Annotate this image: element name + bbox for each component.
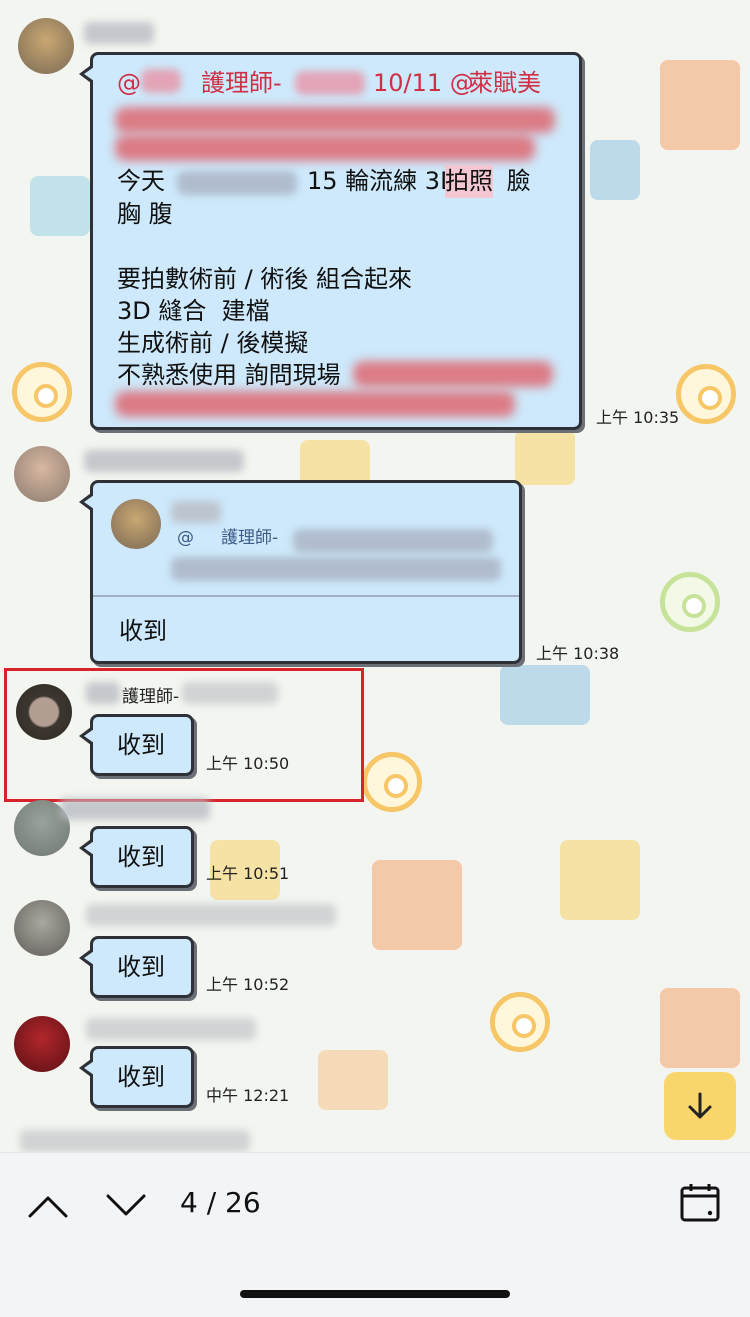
avatar[interactable]	[14, 446, 70, 502]
quoted-text-redacted	[171, 557, 501, 581]
reply-bubble[interactable]: @ 護理師- 收到	[79, 480, 522, 664]
search-result-counter: 4 / 26	[180, 1186, 261, 1219]
message-time: 上午 10:51	[206, 864, 290, 883]
message-text: 收到	[117, 1063, 165, 1091]
avatar[interactable]	[18, 18, 74, 74]
redacted-name	[295, 71, 365, 95]
message-bubble[interactable]: @ 護理師- 10/11 @ 萊賦美 今天 15 輪流練 3D 拍照 臉 胸 腹…	[79, 52, 582, 430]
chevron-down-icon[interactable]	[104, 1190, 148, 1220]
sender-name-redacted	[86, 1018, 256, 1040]
mention-text: @	[117, 69, 141, 97]
message-line: 胸 腹	[117, 200, 173, 228]
reply-divider	[93, 595, 519, 597]
sender-name-redacted	[20, 1130, 250, 1152]
message-time: 中午 12:21	[206, 1086, 290, 1105]
mention-role: 護理師-	[201, 69, 282, 97]
message-line: 要拍數術前 / 術後 組合起來	[117, 265, 412, 293]
calendar-icon[interactable]	[678, 1182, 722, 1224]
quoted-text-redacted	[293, 529, 493, 553]
message-time: 上午 10:35	[596, 408, 680, 427]
message-time: 上午 10:52	[206, 975, 290, 994]
message-bubble[interactable]: 收到	[79, 936, 194, 998]
quoted-mention: @ 護理師-	[177, 528, 279, 548]
redacted-text	[115, 135, 535, 161]
mention-clinic: 萊賦美	[469, 69, 541, 97]
avatar[interactable]	[14, 1016, 70, 1072]
message-text: 收到	[117, 953, 165, 981]
message-line: 15 輪流練 3D	[307, 167, 459, 195]
arrow-down-icon	[688, 1092, 712, 1119]
message-time: 上午 10:38	[536, 644, 620, 663]
avatar[interactable]	[14, 900, 70, 956]
message-line: 臉	[499, 167, 531, 195]
chevron-up-icon[interactable]	[26, 1190, 70, 1220]
quoted-name-redacted	[171, 501, 221, 523]
message-line: 生成術前 / 後模擬	[117, 329, 309, 357]
message-bubble[interactable]: 收到	[79, 826, 194, 888]
redacted-text	[353, 361, 553, 387]
message-line: 3D 縫合 建檔	[117, 297, 270, 325]
home-indicator	[240, 1290, 510, 1298]
search-highlight: 拍照	[445, 165, 493, 198]
redacted-name	[141, 69, 181, 93]
message-text: 收到	[119, 617, 167, 645]
sender-name-redacted	[84, 22, 154, 44]
sender-name-redacted	[84, 450, 244, 472]
mention-date: 10/11 @	[373, 69, 474, 97]
scroll-to-bottom-button[interactable]	[664, 1072, 736, 1140]
search-result-highlight	[4, 668, 364, 802]
sender-name-redacted	[60, 798, 210, 820]
message-bubble[interactable]: 收到	[79, 1046, 194, 1108]
quoted-avatar	[111, 499, 161, 549]
message-line: 今天	[117, 167, 165, 195]
redacted-text	[177, 171, 297, 195]
message-text: 收到	[117, 843, 165, 871]
redacted-text	[115, 391, 515, 417]
sender-name-redacted	[86, 904, 336, 926]
message-line: 不熟悉使用 詢問現場	[117, 361, 341, 389]
redacted-text	[115, 107, 555, 133]
